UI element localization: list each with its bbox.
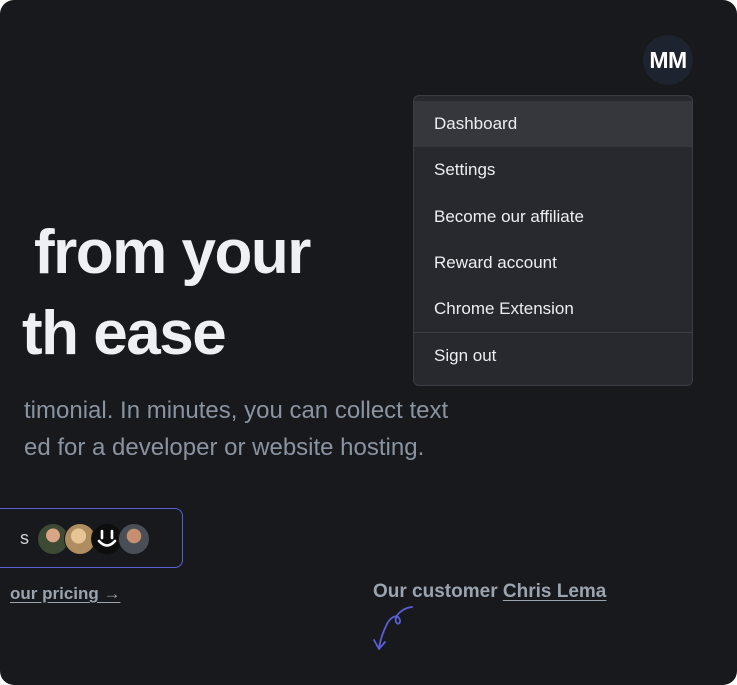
menu-item-sign-out[interactable]: Sign out <box>414 333 692 379</box>
hero-heading-line-1: from your <box>34 218 311 287</box>
cta-button-label: s <box>20 528 29 548</box>
customer-avatar <box>118 523 150 555</box>
customer-avatar-stack <box>37 523 150 555</box>
hero-subtitle-line-1: timonial. In minutes, you can collect te… <box>24 397 449 424</box>
customer-caption-prefix: Our customer <box>373 581 498 602</box>
hero-subtitle-line-2: ed for a developer or website hosting. <box>24 434 425 461</box>
customer-name-link[interactable]: Chris Lema <box>503 581 606 602</box>
user-avatar-button[interactable]: MM <box>643 35 693 85</box>
curved-arrow-icon <box>373 606 413 650</box>
menu-item-settings[interactable]: Settings <box>414 147 692 193</box>
app-frame: from your th ease timonial. In minutes, … <box>0 0 737 685</box>
user-dropdown-menu: Dashboard Settings Become our affiliate … <box>413 95 693 386</box>
menu-item-dashboard[interactable]: Dashboard <box>414 101 692 147</box>
pricing-link[interactable]: our pricing → <box>10 584 121 604</box>
menu-item-become-affiliate[interactable]: Become our affiliate <box>414 194 692 240</box>
menu-item-chrome-extension[interactable]: Chrome Extension <box>414 286 692 332</box>
hero-heading-line-2: th ease <box>22 299 227 368</box>
customer-caption: Our customer Chris Lema <box>373 581 606 603</box>
menu-item-reward-account[interactable]: Reward account <box>414 240 692 286</box>
